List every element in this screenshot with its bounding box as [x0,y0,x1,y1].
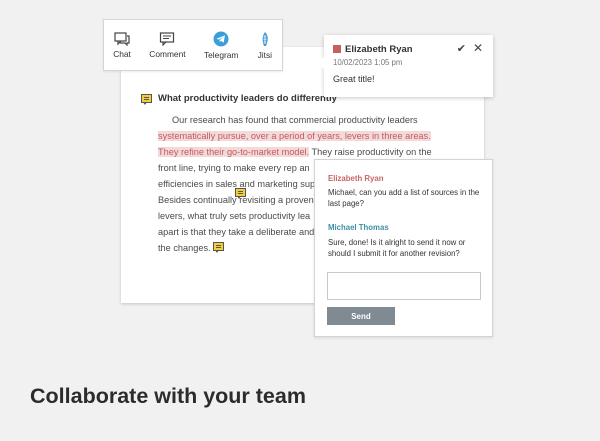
toolbar-chat-label: Chat [113,48,131,59]
doc-line: They refine their go-to-market model. Th… [158,144,448,160]
chat-icon [114,31,130,46]
highlighted-text[interactable]: systematically pursue, over a period of … [158,131,431,141]
thread-author: Michael Thomas [328,223,389,232]
popup-author: Elizabeth Ryan [345,44,413,55]
comment-popup: Elizabeth Ryan ✔ ✕ 10/02/2023 1:05 pm Gr… [317,35,493,97]
toolbar-telegram-label: Telegram [203,49,239,60]
resolve-check-icon[interactable]: ✔ [457,42,466,55]
send-button[interactable]: Send [327,307,395,325]
toolbar-telegram-button[interactable]: Telegram [204,31,238,60]
reply-input[interactable] [327,272,481,300]
thread-message: Michael, can you add a list of sources i… [328,188,480,208]
author-color-marker [333,45,341,53]
comment-marker-icon[interactable] [213,242,225,253]
document-heading: What productivity leaders do differently [158,93,337,104]
comment-thread-panel: Elizabeth Ryan Michael, can you add a li… [314,159,493,337]
doc-text: the changes. [158,243,211,253]
section-headline: Collaborate with your team [30,384,306,408]
jitsi-icon [262,31,268,46]
doc-line: systematically pursue, over a period of … [158,128,448,144]
toolbar-chat-button[interactable]: Chat [113,31,131,59]
comment-marker-icon[interactable] [235,188,246,199]
highlighted-text[interactable]: They refine their go-to-market model. [158,147,310,157]
doc-text: They raise productivity on the [309,147,432,157]
popup-comment-text: Great title! [333,74,375,84]
toolbar-comment-button[interactable]: Comment [149,31,186,59]
close-icon[interactable]: ✕ [473,41,483,55]
collaboration-toolbar: Chat Comment Telegram Jitsi [103,19,283,71]
doc-line: Our research has found that commercial p… [172,115,418,125]
telegram-icon [213,31,229,46]
toolbar-jitsi-label: Jitsi [257,49,272,60]
popup-timestamp: 10/02/2023 1:05 pm [333,58,403,67]
toolbar-comment-label: Comment [149,48,186,59]
toolbar-jitsi-button[interactable]: Jitsi [257,31,273,60]
thread-message: Sure, done! Is it alright to send it now… [328,238,466,258]
comment-icon [160,31,175,46]
thread-author: Elizabeth Ryan [328,174,384,183]
comment-marker-icon[interactable] [141,94,152,105]
